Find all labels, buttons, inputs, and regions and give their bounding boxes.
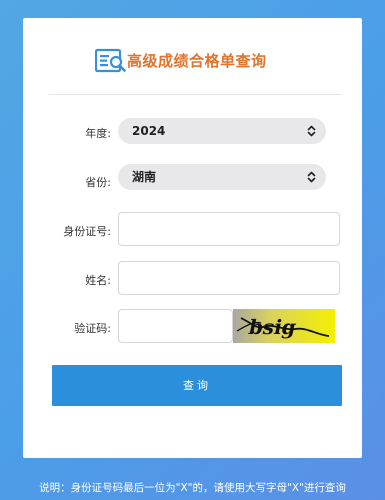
captcha-input[interactable] <box>118 309 233 343</box>
captcha-label: 验证码: <box>74 322 111 335</box>
year-row: 年度: 2024 <box>23 118 362 144</box>
header-divider <box>49 94 342 95</box>
year-value: 2024 <box>132 124 166 138</box>
id-number-label: 身份证号: <box>63 225 111 238</box>
id-number-input[interactable] <box>118 212 340 246</box>
year-select[interactable]: 2024 <box>118 118 326 144</box>
footer-note: 说明：身份证号码最后一位为"X"的，请使用大写字母"X"进行查询 <box>39 482 346 494</box>
province-row: 省份: 湖南 <box>23 164 362 190</box>
query-button[interactable]: 查询 <box>52 365 342 406</box>
province-label: 省份: <box>85 176 111 189</box>
captcha-text: bsig <box>247 315 299 339</box>
name-input[interactable] <box>118 261 340 295</box>
header: 高级成绩合格单查询 <box>23 18 362 98</box>
id-number-row: 身份证号: <box>23 212 362 246</box>
province-value: 湖南 <box>132 170 157 184</box>
score-query-icon <box>95 48 126 73</box>
captcha-row: 验证码: bsig <box>23 309 362 343</box>
page-title: 高级成绩合格单查询 <box>127 52 267 70</box>
year-label: 年度: <box>85 127 111 140</box>
captcha-image[interactable]: bsig <box>233 309 335 343</box>
province-select[interactable]: 湖南 <box>118 164 326 190</box>
name-label: 姓名: <box>85 274 111 287</box>
name-row: 姓名: <box>23 261 362 295</box>
chevron-updown-icon <box>307 125 316 137</box>
chevron-updown-icon <box>307 171 316 183</box>
query-card: 高级成绩合格单查询 年度: 2024 省份: 湖南 身份证号: 姓名: 验证码:… <box>23 18 362 458</box>
